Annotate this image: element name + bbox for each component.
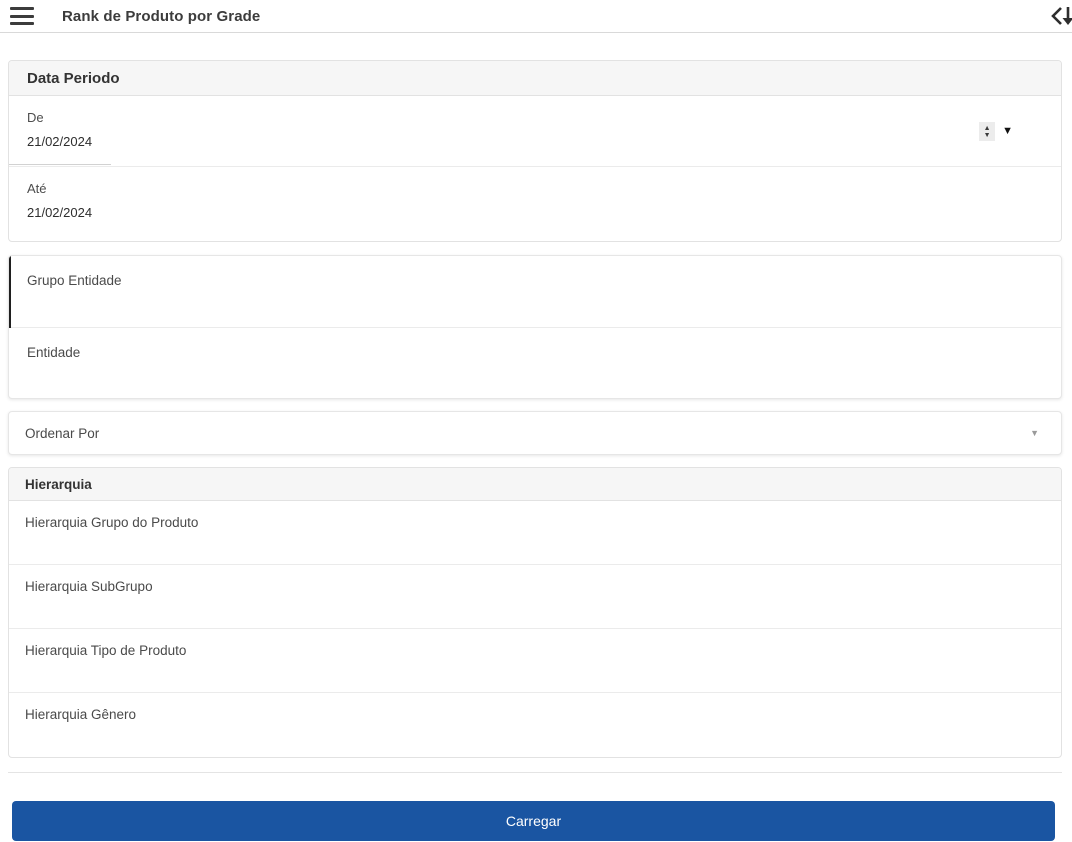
entidade-card: Grupo Entidade Entidade [8,255,1062,399]
date-from-spinner[interactable]: ▲ ▼ [979,122,996,141]
data-periodo-header: Data Periodo [9,61,1061,96]
hierarquia-grupo-produto-label: Hierarquia Grupo do Produto [25,515,199,530]
hierarquia-genero-label: Hierarquia Gênero [25,707,137,722]
date-input-underline [9,164,111,165]
hierarquia-header: Hierarquia [9,468,1061,501]
spinner-down-icon[interactable]: ▼ [984,132,991,139]
hierarquia-tipo-produto-label: Hierarquia Tipo de Produto [25,643,187,658]
date-from-value[interactable]: 21/02/2024 [27,134,1061,149]
ordenar-por-select[interactable]: Ordenar Por ▼ [8,411,1062,455]
hierarquia-tipo-produto-field[interactable]: Hierarquia Tipo de Produto [9,629,1061,693]
grupo-entidade-field[interactable]: Grupo Entidade [9,256,1061,328]
date-from-label: De [27,110,44,125]
spinner-up-icon[interactable]: ▲ [984,125,991,132]
hierarquia-subgrupo-field[interactable]: Hierarquia SubGrupo [9,565,1061,629]
menu-icon[interactable] [10,7,34,25]
entidade-field[interactable]: Entidade [9,328,1061,398]
date-from-dropdown-icon[interactable]: ▼ [1002,126,1013,137]
date-to-label: Até [27,181,47,196]
chevron-left-down-arrow-icon[interactable] [1050,3,1072,29]
hierarquia-card: Hierarquia Hierarquia Grupo do Produto H… [8,467,1062,758]
filter-form: Data Periodo De 21/02/2024 ▲ ▼ ▼ Até 21/… [8,60,1062,841]
date-from-field[interactable]: De 21/02/2024 ▲ ▼ ▼ [9,96,1061,167]
grupo-entidade-label: Grupo Entidade [27,273,122,288]
carregar-button[interactable]: Carregar [12,801,1055,841]
page-title: Rank de Produto por Grade [62,7,261,25]
hierarquia-grupo-produto-field[interactable]: Hierarquia Grupo do Produto [9,501,1061,565]
entidade-label: Entidade [27,345,81,360]
date-to-field[interactable]: Até 21/02/2024 [9,167,1061,241]
chevron-down-icon[interactable]: ▼ [1030,429,1039,438]
hierarquia-subgrupo-label: Hierarquia SubGrupo [25,579,153,594]
divider [8,772,1062,773]
data-periodo-card: Data Periodo De 21/02/2024 ▲ ▼ ▼ Até 21/… [8,60,1062,242]
top-app-bar: Rank de Produto por Grade [0,0,1072,33]
ordenar-por-label: Ordenar Por [25,425,100,441]
date-to-value[interactable]: 21/02/2024 [27,205,1061,220]
hierarquia-genero-field[interactable]: Hierarquia Gênero [9,693,1061,757]
